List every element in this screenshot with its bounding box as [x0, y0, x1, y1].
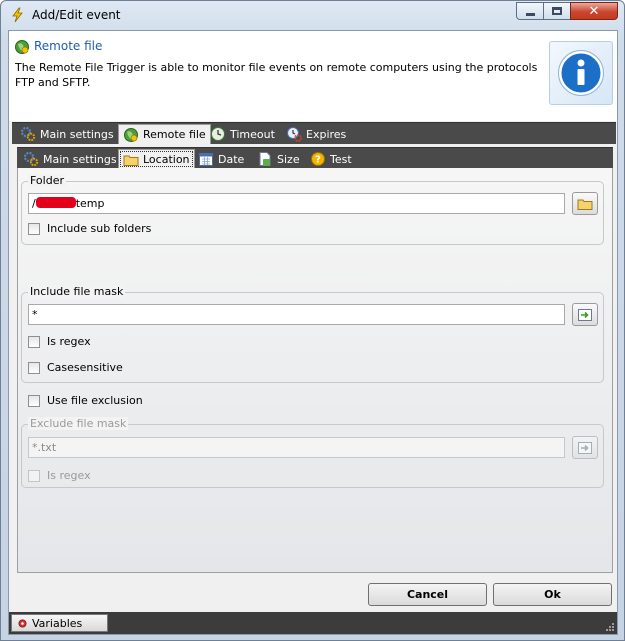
tab-expires-label: Expires — [306, 127, 347, 141]
tab-remote-file-label: Remote file — [143, 128, 206, 141]
add-edit-event-window: Add/Edit event ✕ Remote file The Remote … — [0, 0, 625, 641]
tab-remote-file[interactable]: Remote file — [118, 124, 211, 144]
subtab-main-settings-label: Main settings — [43, 152, 117, 166]
case-sensitive-checkbox[interactable]: Casesensitive — [28, 361, 123, 374]
subtab-test-label: Test — [330, 152, 352, 166]
folder-group: Folder / temp Include sub folders — [21, 174, 604, 245]
exclude-is-regex-label: Is regex — [47, 469, 91, 482]
ok-button[interactable]: Ok — [493, 583, 612, 606]
close-button[interactable]: ✕ — [570, 2, 618, 20]
gear-icon — [20, 126, 36, 142]
info-icon — [558, 50, 604, 96]
subtab-main-settings[interactable]: Main settings — [19, 149, 121, 169]
insert-variable-icon — [578, 308, 592, 321]
cancel-button[interactable]: Cancel — [368, 583, 487, 606]
dialog-header: Remote file The Remote File Trigger is a… — [9, 31, 617, 121]
close-icon: ✕ — [588, 3, 600, 19]
folder-icon — [577, 199, 593, 210]
minimize-icon — [525, 12, 535, 16]
window-title: Add/Edit event — [32, 8, 121, 22]
clock-gear-icon — [287, 127, 302, 142]
globe-icon — [15, 40, 29, 54]
gear-icon — [23, 151, 39, 167]
variables-tab[interactable]: Variables — [11, 614, 108, 632]
maximize-icon — [552, 7, 562, 15]
resize-grip-icon[interactable] — [605, 622, 615, 632]
checkbox-box[interactable] — [28, 335, 40, 348]
folder-icon — [123, 155, 139, 166]
subtab-location-label: Location — [143, 153, 190, 166]
lightning-icon — [12, 7, 23, 23]
maximize-button[interactable] — [543, 2, 571, 20]
tab-timeout[interactable]: Timeout — [206, 124, 279, 144]
info-badge — [549, 41, 613, 105]
use-file-exclusion-checkbox[interactable]: Use file exclusion — [28, 394, 143, 407]
globe-icon — [124, 127, 138, 142]
subtab-size-label: Size — [277, 152, 300, 166]
subtab-location[interactable]: Location — [118, 149, 195, 169]
folder-value-suffix: temp — [75, 197, 105, 210]
exclude-mask-picker-button[interactable] — [572, 436, 598, 459]
tab-expires[interactable]: Expires — [282, 124, 350, 144]
include-mask-input[interactable] — [28, 304, 565, 325]
case-sensitive-label: Casesensitive — [47, 361, 123, 374]
sub-tab-bar: Main settings Location Date Size ? Test — [17, 147, 613, 169]
include-is-regex-label: Is regex — [47, 335, 91, 348]
location-panel: Folder / temp Include sub folders Include… — [17, 168, 613, 573]
use-file-exclusion-label: Use file exclusion — [47, 394, 143, 407]
header-description: The Remote File Trigger is able to monit… — [15, 61, 538, 89]
include-sub-folders-checkbox[interactable]: Include sub folders — [28, 222, 151, 235]
subtab-date[interactable]: Date — [194, 149, 248, 169]
exclude-mask-input[interactable] — [28, 437, 565, 458]
tab-timeout-label: Timeout — [230, 127, 275, 141]
subtab-date-label: Date — [218, 152, 245, 166]
include-mask-label: Include file mask — [28, 285, 126, 298]
record-icon — [18, 619, 27, 627]
tab-main-settings-label: Main settings — [40, 127, 114, 141]
insert-variable-icon — [578, 441, 592, 454]
checkbox-box[interactable] — [28, 222, 40, 235]
redacted-mark — [35, 197, 76, 208]
minimize-button[interactable] — [516, 2, 544, 20]
checkbox-box[interactable] — [28, 394, 40, 407]
include-mask-group: Include file mask Is regex Casesensitive — [21, 285, 604, 383]
title-bar[interactable]: Add/Edit event ✕ — [1, 1, 624, 29]
clock-icon — [211, 127, 225, 141]
exclude-is-regex-checkbox[interactable]: Is regex — [28, 469, 91, 482]
folder-group-label: Folder — [28, 174, 66, 187]
tab-main-settings[interactable]: Main settings — [16, 124, 118, 144]
checkbox-box[interactable] — [28, 469, 40, 482]
folder-input[interactable]: / temp — [28, 193, 565, 214]
bottom-bar: Variables — [9, 612, 617, 634]
exclude-mask-label: Exclude file mask — [28, 417, 129, 430]
help-icon: ? — [311, 152, 325, 166]
svg-text:?: ? — [315, 155, 321, 166]
subtab-size[interactable]: Size — [253, 149, 304, 169]
browse-folder-button[interactable] — [572, 192, 598, 215]
main-tab-bar: Main settings Remote file Timeout Expire… — [12, 122, 616, 144]
include-sub-folders-label: Include sub folders — [47, 222, 152, 235]
include-is-regex-checkbox[interactable]: Is regex — [28, 335, 91, 348]
header-title: Remote file — [34, 39, 103, 53]
calendar-icon — [199, 153, 213, 166]
document-icon — [259, 152, 271, 166]
include-mask-picker-button[interactable] — [572, 303, 598, 326]
variables-label: Variables — [32, 616, 83, 630]
subtab-test[interactable]: ? Test — [306, 149, 356, 169]
checkbox-box[interactable] — [28, 361, 40, 374]
exclude-mask-group: Exclude file mask Is regex — [21, 417, 604, 488]
dialog-client: Remote file The Remote File Trigger is a… — [8, 30, 618, 635]
